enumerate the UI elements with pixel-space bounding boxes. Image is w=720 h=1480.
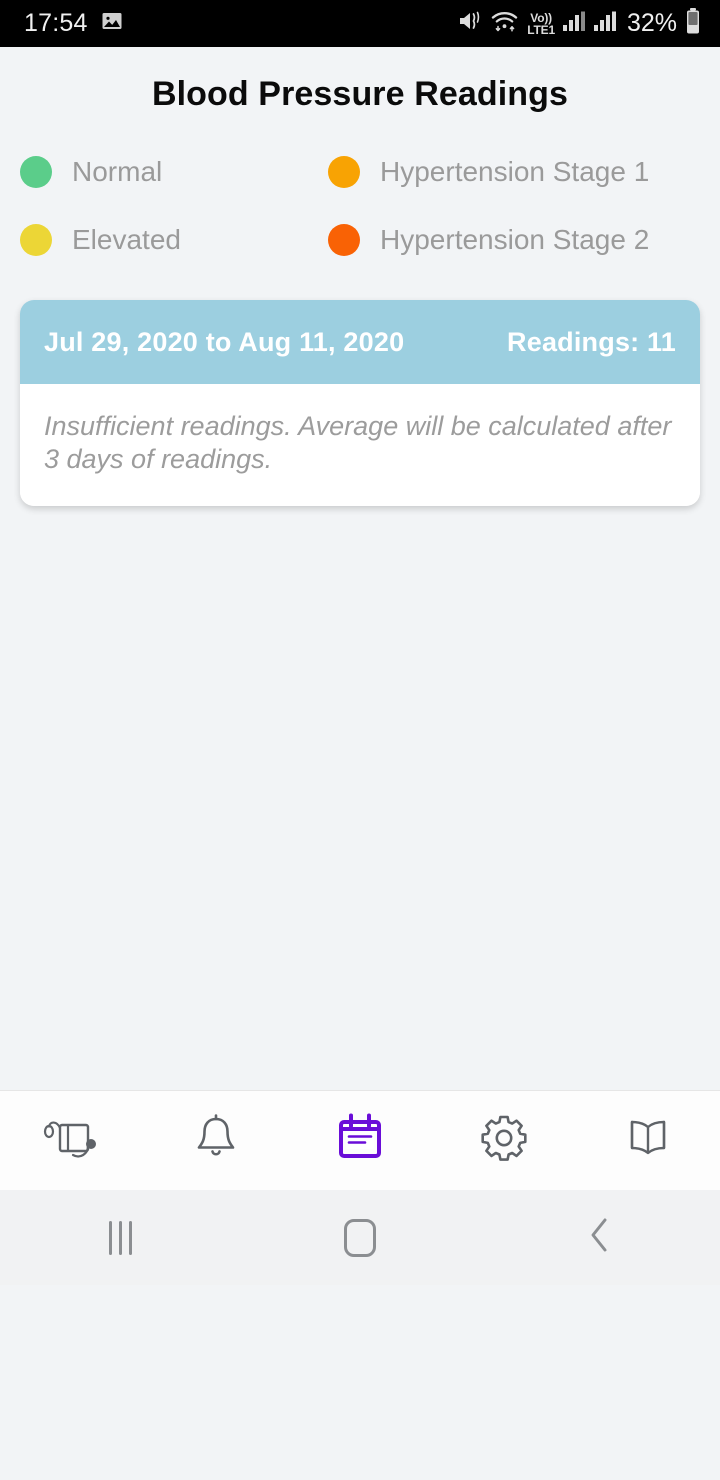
- legend: Normal Hypertension Stage 1 Elevated Hyp…: [0, 156, 720, 256]
- readings-summary-card[interactable]: Jul 29, 2020 to Aug 11, 2020 Readings: 1…: [20, 300, 700, 506]
- blood-pressure-monitor-icon: [41, 1110, 103, 1171]
- legend-item-stage-1: Hypertension Stage 1: [328, 156, 700, 188]
- legend-label-elevated: Elevated: [72, 224, 181, 255]
- legend-dot-normal: [20, 156, 52, 188]
- card-message: Insufficient readings. Average will be c…: [44, 411, 672, 474]
- back-icon: [585, 1214, 615, 1261]
- status-bar: 17:54 Vo)) LTE1 32%: [0, 0, 720, 47]
- status-bar-right: Vo)) LTE1 32%: [457, 7, 702, 40]
- notepad-calendar-icon: [332, 1110, 388, 1171]
- bottom-tab-bar: [0, 1090, 720, 1190]
- bell-icon: [188, 1110, 244, 1171]
- legend-item-normal: Normal: [20, 156, 328, 188]
- nav-back-button[interactable]: [480, 1214, 720, 1261]
- signal-bars-icon-secondary: [593, 10, 617, 37]
- legend-dot-stage-1: [328, 156, 360, 188]
- android-nav-bar: [0, 1190, 720, 1285]
- recents-icon: [108, 1220, 132, 1255]
- volte-bottom-label: LTE1: [527, 22, 555, 37]
- card-body: Insufficient readings. Average will be c…: [20, 384, 700, 506]
- battery-percent-label: 32%: [626, 9, 677, 37]
- tab-readings[interactable]: [288, 1091, 432, 1190]
- status-clock: 17:54: [24, 9, 88, 37]
- app-content: Blood Pressure Readings Normal Hypertens…: [0, 47, 720, 1285]
- volte-indicator: Vo)) LTE1: [527, 12, 555, 36]
- legend-dot-stage-2: [328, 224, 360, 256]
- status-bar-left: 17:54: [24, 9, 124, 38]
- legend-label-normal: Normal: [72, 156, 163, 187]
- battery-icon: [684, 7, 702, 40]
- card-date-range: Jul 29, 2020 to Aug 11, 2020: [44, 326, 405, 357]
- tab-settings[interactable]: [432, 1091, 576, 1190]
- legend-item-stage-2: Hypertension Stage 2: [328, 224, 700, 256]
- phone-screen: 17:54 Vo)) LTE1 32% Blood Pressure Readi…: [0, 0, 720, 1480]
- legend-item-elevated: Elevated: [20, 224, 328, 256]
- signal-bars-icon: [562, 10, 586, 37]
- legend-label-stage-1: Hypertension Stage 1: [380, 156, 650, 187]
- wifi-icon: [490, 9, 520, 38]
- volte-top-label: Vo)): [530, 10, 552, 25]
- image-icon: [100, 9, 124, 38]
- nav-home-button[interactable]: [240, 1218, 480, 1257]
- nav-recents-button[interactable]: [0, 1220, 240, 1255]
- legend-dot-elevated: [20, 224, 52, 256]
- book-icon: [619, 1110, 677, 1171]
- mute-icon: [457, 9, 483, 38]
- card-readings-count: Readings: 11: [507, 326, 676, 357]
- legend-label-stage-2: Hypertension Stage 2: [380, 224, 650, 255]
- tab-guide[interactable]: [576, 1091, 720, 1190]
- tab-reminders[interactable]: [144, 1091, 288, 1190]
- page-title: Blood Pressure Readings: [151, 75, 569, 113]
- card-header: Jul 29, 2020 to Aug 11, 2020 Readings: 1…: [20, 300, 700, 384]
- gear-icon: [476, 1110, 532, 1171]
- home-icon: [344, 1218, 376, 1257]
- tab-bp-monitor[interactable]: [0, 1091, 144, 1190]
